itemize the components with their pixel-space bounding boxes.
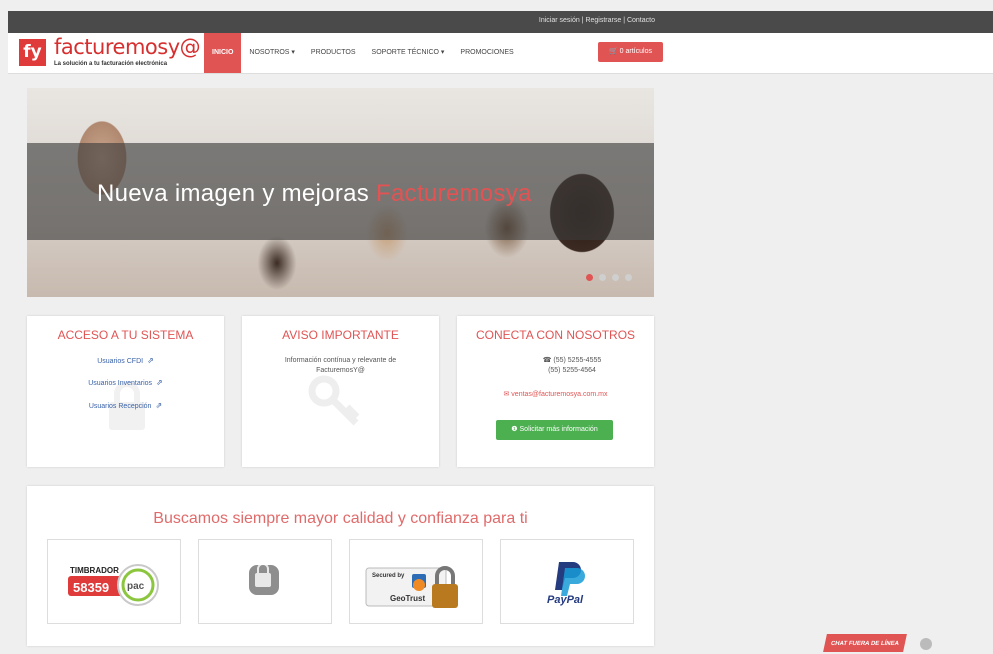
brand-name[interactable]: facturemosy@ bbox=[54, 35, 201, 59]
request-info-label: Solicitar más información bbox=[519, 426, 598, 433]
phone-2: (55) 5255-4564 bbox=[548, 367, 596, 374]
external-link-icon: ⇗ bbox=[156, 378, 163, 387]
timbrador-logo: TIMBRADOR 58359 pac bbox=[68, 564, 159, 606]
login-link[interactable]: Iniciar sesión bbox=[539, 17, 580, 24]
carousel-dot[interactable] bbox=[625, 274, 632, 281]
email-link[interactable]: ✉ ventas@facturemosya.com.mx bbox=[457, 390, 654, 398]
usuarios-inventarios-label: Usuarios Inventarios bbox=[88, 380, 153, 387]
paypal-badge: PayPal bbox=[500, 539, 634, 624]
nav-promociones[interactable]: PROMOCIONES bbox=[452, 33, 521, 73]
access-title: ACCESO A TU SISTEMA bbox=[57, 328, 194, 342]
timbrador-badge: TIMBRADOR 58359 pac bbox=[47, 539, 181, 624]
padlock-logo-icon bbox=[249, 563, 279, 595]
usuarios-cfdi-label: Usuarios CFDI bbox=[97, 358, 144, 365]
carousel-dot[interactable] bbox=[612, 274, 619, 281]
hero-title: Nueva imagen y mejoras Facturemosya bbox=[97, 180, 532, 208]
paypal-logo: PayPal bbox=[547, 562, 585, 606]
hero-carousel[interactable]: Nueva imagen y mejoras Facturemosya bbox=[27, 88, 654, 297]
phone-block: ☎ (55) 5255-4555 (55) 5255-4564 bbox=[517, 356, 627, 376]
usuarios-inventarios-link[interactable]: Usuarios Inventarios ⇗ bbox=[27, 378, 224, 387]
main-nav: INICIO NOSOTROS ▾ PRODUCTOS SOPORTE TÉCN… bbox=[204, 33, 522, 73]
timbrador-label: TIMBRADOR bbox=[70, 566, 119, 575]
secured-by-label: Secured by bbox=[372, 573, 405, 579]
external-link-icon: ⇗ bbox=[155, 401, 163, 410]
site-header: fy facturemosy@ La solución a tu factura… bbox=[8, 33, 993, 74]
usuarios-recepcion-link[interactable]: Usuarios Recepción ⇗ bbox=[27, 401, 224, 410]
cart-button[interactable]: 🛒 0 artículos bbox=[598, 42, 663, 62]
logo-mark[interactable]: fy bbox=[19, 39, 46, 66]
notice-title: AVISO IMPORTANTE bbox=[282, 328, 399, 342]
email-label: ventas@facturemosya.com.mx bbox=[511, 391, 608, 398]
quality-section: Buscamos siempre mayor calidad y confian… bbox=[27, 486, 654, 646]
brand-tagline: La solución a tu facturación electrónica bbox=[54, 61, 168, 67]
geotrust-label: GeoTrust bbox=[390, 594, 425, 603]
phone-1: (55) 5255-4555 bbox=[553, 357, 602, 364]
nav-productos[interactable]: PRODUCTOS bbox=[303, 33, 364, 73]
chat-icon[interactable] bbox=[920, 638, 932, 650]
carousel-dots bbox=[586, 274, 632, 281]
nav-soporte[interactable]: SOPORTE TÉCNICO ▾ bbox=[364, 33, 453, 73]
top-bar: Iniciar sesión | Registrarse | Contacto bbox=[8, 11, 993, 33]
geotrust-badge: Secured by GeoTrust bbox=[349, 539, 483, 624]
chat-offline-button[interactable]: CHAT FUERA DE LÍNEA bbox=[823, 634, 907, 652]
account-links: Iniciar sesión | Registrarse | Contacto bbox=[539, 17, 655, 24]
security-badge bbox=[198, 539, 332, 624]
hero-title-main: Nueva imagen y mejoras bbox=[97, 180, 377, 207]
external-link-icon: ⇗ bbox=[147, 356, 154, 365]
quality-heading: Buscamos siempre mayor calidad y confian… bbox=[153, 510, 528, 527]
connect-title: CONECTA CON NOSOTROS bbox=[475, 328, 636, 342]
request-info-button[interactable]: ❶ Solicitar más información bbox=[496, 420, 613, 440]
register-link[interactable]: Registrarse bbox=[585, 17, 621, 24]
notice-panel: AVISO IMPORTANTE Información contínua y … bbox=[242, 316, 439, 467]
pac-label: pac bbox=[127, 581, 145, 592]
phone-line-1: ☎ (55) 5255-4555 bbox=[517, 356, 627, 366]
nav-nosotros[interactable]: NOSOTROS ▾ bbox=[241, 33, 303, 73]
connect-panel: CONECTA CON NOSOTROS ☎ (55) 5255-4555 (5… bbox=[457, 316, 654, 467]
contact-link[interactable]: Contacto bbox=[627, 17, 655, 24]
key-watermark-icon bbox=[308, 375, 360, 426]
timbrador-number: 58359 bbox=[73, 580, 109, 595]
paypal-label: PayPal bbox=[547, 594, 584, 606]
nav-inicio[interactable]: INICIO bbox=[204, 33, 242, 73]
usuarios-recepcion-label: Usuarios Recepción bbox=[88, 403, 152, 410]
phone-icon: ☎ bbox=[542, 357, 554, 364]
access-panel: ACCESO A TU SISTEMA Usuarios CFDI ⇗ Usuar… bbox=[27, 316, 224, 467]
info-icon: ❶ bbox=[511, 426, 520, 433]
carousel-dot[interactable] bbox=[586, 274, 593, 281]
geotrust-logo: Secured by GeoTrust bbox=[365, 566, 458, 608]
hero-title-brand: Facturemosya bbox=[376, 180, 532, 207]
carousel-dot[interactable] bbox=[599, 274, 606, 281]
usuarios-cfdi-link[interactable]: Usuarios CFDI ⇗ bbox=[27, 356, 224, 365]
notice-text: Información contínua y relevante de Fact… bbox=[284, 357, 397, 374]
